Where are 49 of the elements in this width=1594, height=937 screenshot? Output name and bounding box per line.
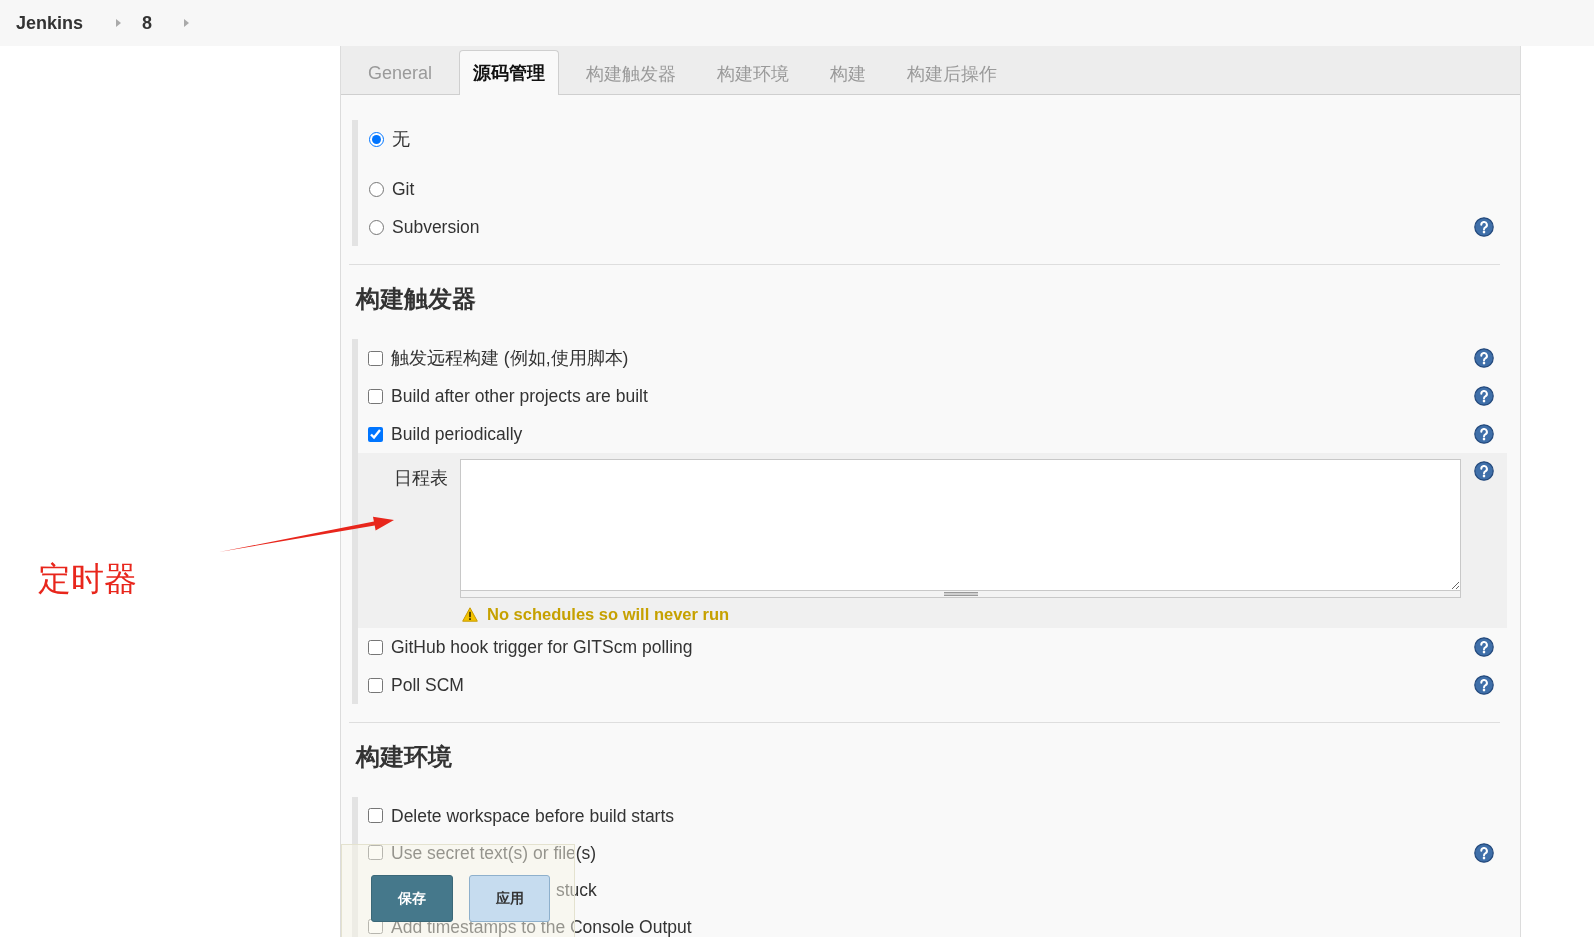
checkbox-label: 触发远程构建 (例如,使用脚本) [391, 348, 629, 368]
help-icon[interactable] [1474, 348, 1494, 368]
warning-message: No schedules so will never run [487, 604, 730, 624]
annotation-label: 定时器 [38, 559, 137, 599]
radio-button[interactable] [369, 181, 384, 197]
checkbox[interactable] [368, 919, 383, 934]
schedule-field[interactable] [460, 459, 1461, 591]
tab[interactable]: 源码管理 [459, 50, 560, 95]
grip-icon [943, 591, 978, 596]
resize-handle[interactable] [460, 591, 1461, 598]
tab[interactable]: 构建后操作 [893, 51, 1012, 95]
radio-button[interactable] [369, 131, 384, 147]
tab[interactable]: General [354, 51, 447, 95]
tab[interactable]: 构建环境 [703, 51, 804, 95]
tab[interactable]: 构建触发器 [572, 51, 691, 95]
help-icon[interactable] [1474, 637, 1494, 657]
apply-button[interactable]: 应用 [469, 875, 550, 922]
breadcrumb-link[interactable]: 8 [142, 12, 153, 34]
help-icon[interactable] [1474, 461, 1494, 481]
option-label: Subversion [392, 217, 480, 237]
option-label: 无 [392, 129, 410, 149]
checkbox[interactable] [368, 426, 383, 442]
checkbox-label: Poll SCM [391, 675, 464, 695]
warning-icon [462, 606, 478, 622]
help-icon[interactable] [1474, 675, 1494, 695]
checkbox[interactable] [368, 388, 383, 404]
save-button[interactable]: 保存 [371, 875, 453, 922]
help-icon[interactable] [1474, 386, 1494, 406]
checkbox[interactable] [368, 677, 383, 693]
checkbox-label: GitHub hook trigger for GITScm polling [391, 637, 693, 657]
field-label: 日程表 [394, 468, 448, 488]
help-icon[interactable] [1474, 842, 1494, 863]
help-icon[interactable] [1474, 424, 1494, 444]
radio-button[interactable] [369, 219, 384, 235]
checkbox-label: Build periodically [391, 424, 523, 444]
help-icon[interactable] [1474, 217, 1494, 237]
checkbox-label: Delete workspace before build starts [391, 805, 675, 826]
checkbox[interactable] [368, 639, 383, 655]
section-heading: 构建触发器 [356, 284, 476, 314]
checkbox-label: Build after other projects are built [391, 386, 648, 406]
checkbox[interactable] [368, 350, 383, 366]
checkbox[interactable] [368, 808, 383, 823]
option-label: stuck [556, 879, 597, 900]
tab[interactable]: 构建 [816, 51, 881, 95]
checkbox-label: Use secret text(s) or file(s) [391, 842, 597, 863]
option-label: Git [392, 179, 415, 199]
breadcrumb-link[interactable]: Jenkins [16, 12, 84, 34]
section-heading: 构建环境 [356, 742, 452, 772]
checkbox[interactable] [368, 845, 383, 860]
